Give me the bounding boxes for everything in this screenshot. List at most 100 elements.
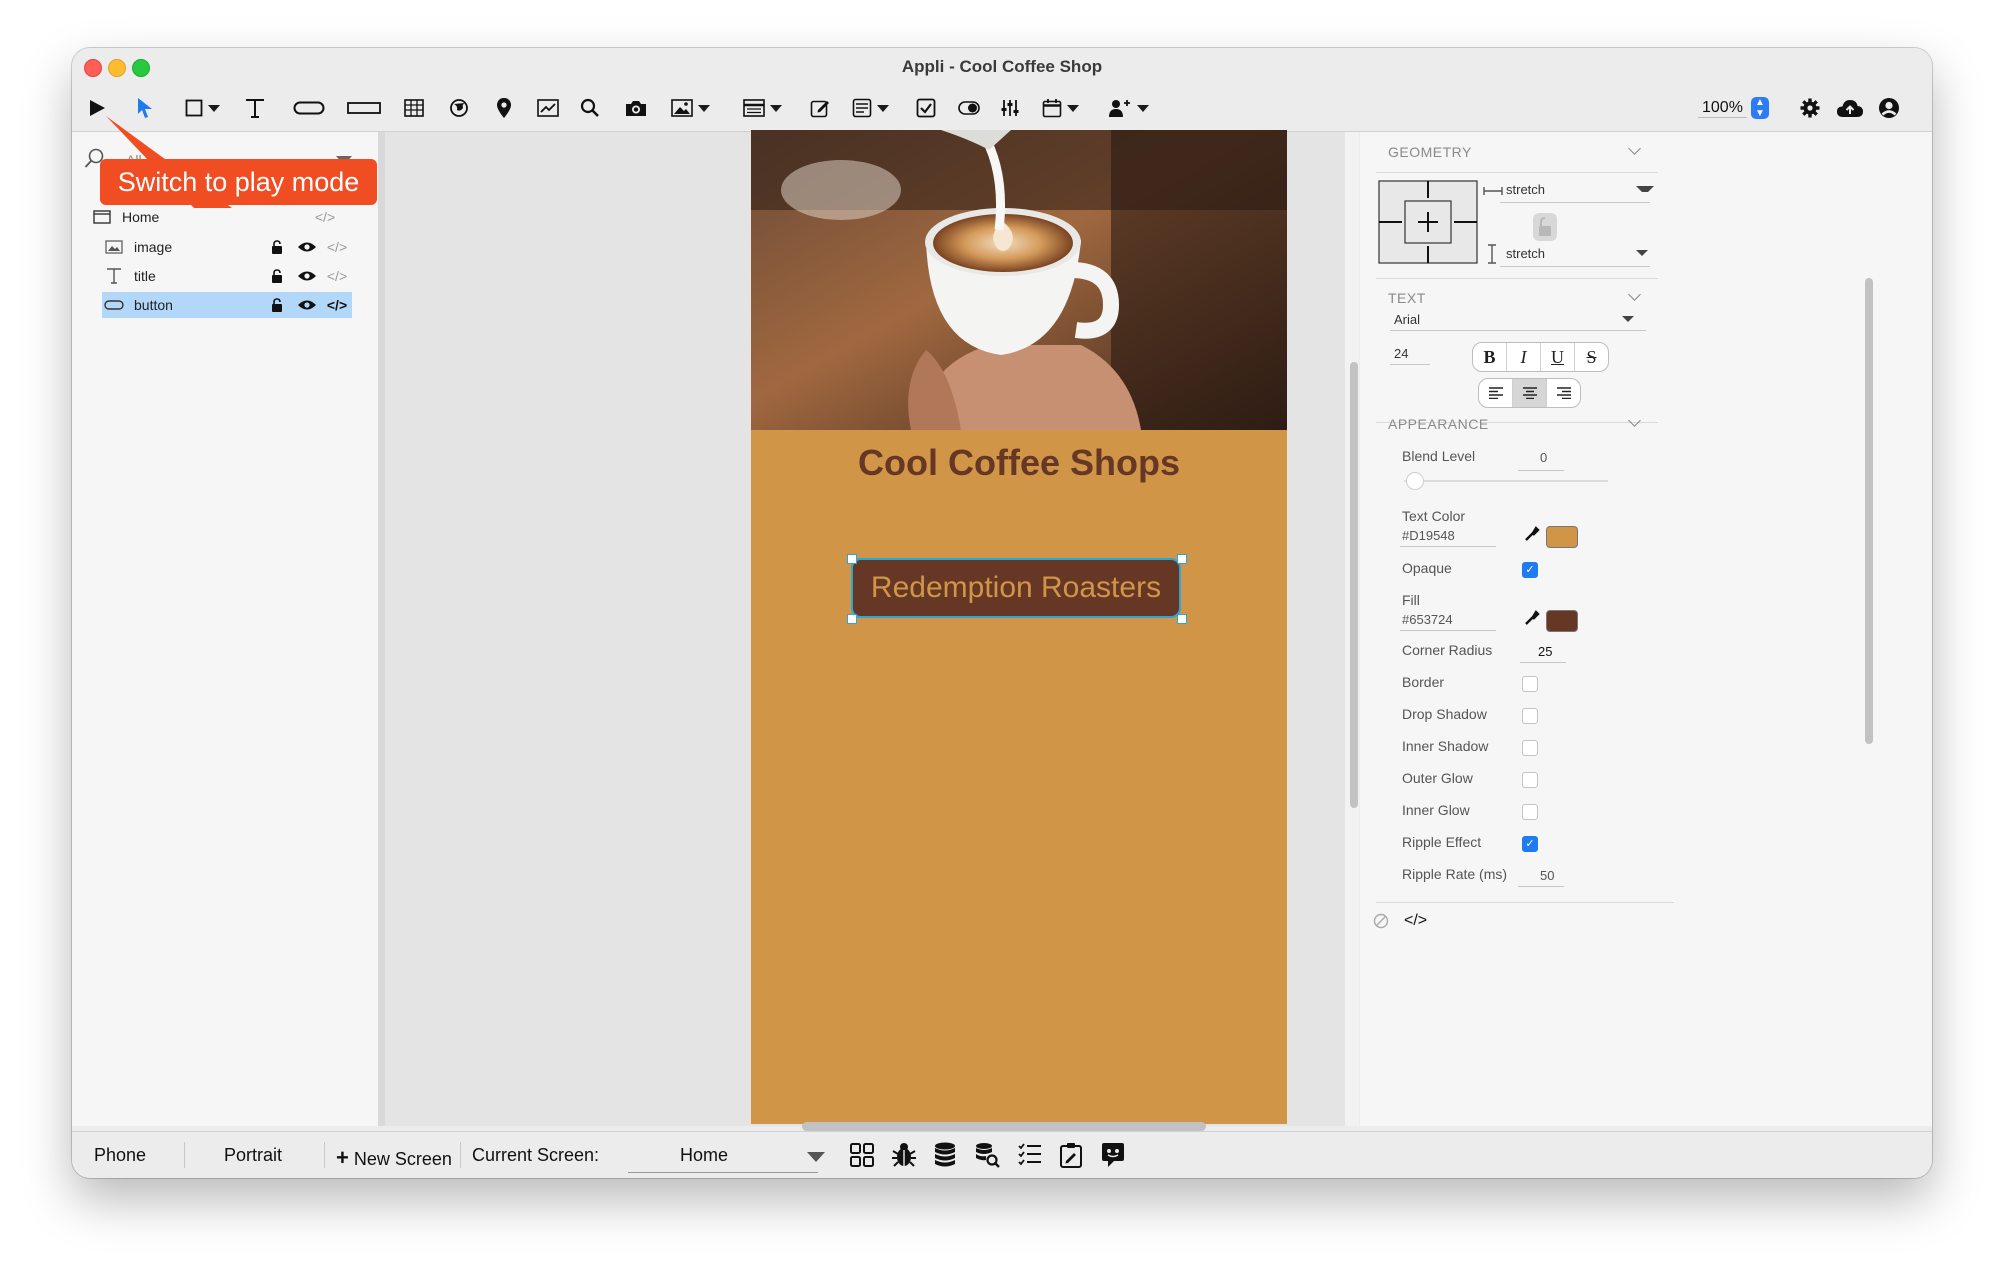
user-tool-button[interactable] [1106,94,1150,122]
chevron-down-icon[interactable] [1628,288,1641,301]
horizontal-sizing-value[interactable]: stretch [1506,182,1545,197]
device-selector[interactable]: Phone [94,1145,146,1166]
clipboard-edit-icon[interactable] [1059,1142,1083,1168]
form-tool-button[interactable] [848,94,892,122]
resize-handle-tr[interactable] [1177,554,1187,564]
text-color-value[interactable]: #D19548 [1402,528,1455,543]
visibility-eye-icon[interactable] [292,270,322,282]
slider-tool-button[interactable] [998,94,1022,122]
font-size-value[interactable]: 24 [1394,346,1408,361]
opaque-checkbox[interactable]: ✓ [1522,562,1538,578]
text-area-tool-button[interactable] [808,94,832,122]
eyedropper-icon[interactable] [1524,526,1540,542]
disabled-icon[interactable] [1372,912,1390,930]
list-tool-button[interactable] [740,94,784,122]
web-tool-button[interactable] [447,94,471,122]
orientation-selector[interactable]: Portrait [224,1145,282,1166]
anchor-diagram[interactable] [1378,180,1478,264]
fill-color-swatch[interactable] [1546,610,1578,632]
layer-item-image[interactable]: image </> [102,234,352,260]
publish-button[interactable] [1834,94,1866,122]
slider-knob[interactable] [1406,472,1424,490]
ripple-effect-checkbox[interactable]: ✓ [1522,836,1538,852]
code-icon[interactable]: </> [322,297,352,313]
panel-splitter[interactable] [378,132,385,1126]
underline-button[interactable]: U [1541,343,1575,371]
inner-shadow-checkbox[interactable] [1522,740,1538,756]
database-search-icon[interactable] [974,1142,1000,1168]
chevron-down-icon[interactable] [1628,414,1641,427]
blend-level-slider[interactable] [1404,480,1608,482]
vertical-sizing-value[interactable]: stretch [1506,246,1545,261]
chart-tool-button[interactable] [534,94,562,122]
current-screen-select[interactable]: Home [680,1145,728,1166]
outer-glow-checkbox[interactable] [1522,772,1538,788]
visibility-eye-icon[interactable] [292,241,322,253]
new-screen-button[interactable]: + New Screen [336,1145,452,1171]
eyedropper-icon[interactable] [1524,610,1540,626]
resize-handle-bl[interactable] [847,614,857,624]
feedback-icon[interactable] [1100,1142,1126,1168]
bold-button[interactable]: B [1473,343,1507,371]
geometry-header[interactable]: GEOMETRY [1388,144,1472,160]
align-right-button[interactable] [1547,379,1580,407]
screens-grid-icon[interactable] [849,1142,875,1168]
resize-handle-tl[interactable] [847,554,857,564]
search-tool-button[interactable] [578,94,602,122]
chevron-down-icon[interactable] [1622,316,1634,322]
align-center-button[interactable] [1513,379,1547,407]
drop-shadow-checkbox[interactable] [1522,708,1538,724]
inspector-scrollbar[interactable] [1865,278,1873,744]
bug-icon[interactable] [891,1142,917,1168]
date-tool-button[interactable] [1038,94,1082,122]
code-icon[interactable]: </> [322,239,352,255]
table-tool-button[interactable] [402,94,426,122]
checkbox-tool-button[interactable] [914,94,938,122]
chevron-down-icon[interactable] [1628,142,1641,155]
ripple-rate-value[interactable]: 50 [1540,868,1554,883]
inner-glow-checkbox[interactable] [1522,804,1538,820]
app-button-redemption-roasters[interactable]: Redemption Roasters [851,558,1181,618]
textfield-tool-button[interactable] [346,94,382,122]
zoom-stepper-icon[interactable]: ▲ ▼ [1750,97,1769,119]
canvas-horizontal-scrollbar[interactable] [802,1122,1206,1131]
camera-tool-button[interactable] [623,94,649,122]
italic-button[interactable]: I [1507,343,1541,371]
chevron-down-icon[interactable] [1636,186,1654,198]
image-tool-button[interactable] [668,94,712,122]
lock-icon[interactable] [262,240,292,254]
switch-tool-button[interactable] [956,94,982,122]
code-icon[interactable]: </> [322,268,352,284]
database-icon[interactable] [933,1142,957,1168]
visibility-eye-icon[interactable] [292,299,322,311]
settings-button[interactable] [1798,94,1822,122]
chevron-down-icon[interactable] [1636,250,1648,256]
lock-icon[interactable] [262,269,292,283]
strikethrough-button[interactable]: S [1575,343,1608,371]
text-header[interactable]: TEXT [1388,290,1426,306]
image-latte[interactable] [751,130,1287,430]
phone-preview[interactable]: Cool Coffee Shops Redemption Roasters [751,130,1287,1124]
blend-level-value[interactable]: 0 [1540,450,1547,465]
corner-radius-value[interactable]: 25 [1538,644,1552,659]
code-icon[interactable]: </> [310,209,340,225]
align-left-button[interactable] [1479,379,1513,407]
aspect-lock-icon[interactable] [1532,212,1558,242]
border-checkbox[interactable] [1522,676,1538,692]
appearance-header[interactable]: APPEARANCE [1388,416,1489,432]
text-color-swatch[interactable] [1546,526,1578,548]
canvas-vertical-scrollbar[interactable] [1350,362,1358,808]
resize-handle-br[interactable] [1177,614,1187,624]
chevron-down-icon[interactable] [807,1152,825,1162]
layer-item-title[interactable]: title </> [102,263,352,289]
account-button[interactable] [1876,94,1902,122]
map-tool-button[interactable] [492,94,516,122]
font-family-value[interactable]: Arial [1394,312,1420,327]
code-icon[interactable]: </> [1404,912,1427,930]
zoom-control[interactable]: 100% ▲ ▼ [1698,95,1769,121]
button-tool-button[interactable] [292,94,326,122]
text-tool-button[interactable] [242,94,268,122]
layer-item-button[interactable]: button </> [102,292,352,318]
checklist-icon[interactable] [1017,1142,1043,1168]
fill-color-value[interactable]: #653724 [1402,612,1453,627]
